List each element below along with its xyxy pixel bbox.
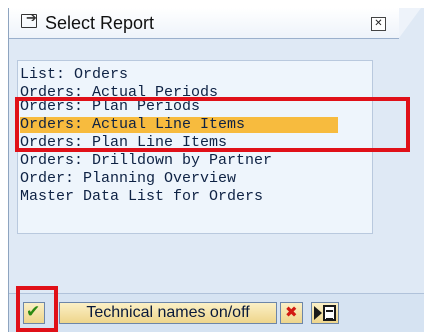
report-list: List: Orders Orders: Actual Periods Orde… xyxy=(17,60,373,234)
dialog-footer: Technical names on/off xyxy=(9,293,424,332)
select-report-dialog: Select Report ✕ List: Orders Orders: Act… xyxy=(8,8,424,332)
report-select-icon xyxy=(21,10,37,28)
list-item[interactable]: Orders: Drilldown by Partner xyxy=(20,153,272,169)
dialog-titlebar: Select Report ✕ xyxy=(9,8,421,39)
list-item[interactable]: List: Orders xyxy=(20,67,128,83)
page-icon xyxy=(323,305,336,321)
list-item[interactable]: Orders: Plan Periods xyxy=(20,101,200,113)
close-button[interactable]: ✕ xyxy=(371,17,386,31)
list-item[interactable]: Master Data List for Orders xyxy=(20,189,263,205)
cancel-button[interactable] xyxy=(280,302,303,324)
dialog-title: Select Report xyxy=(45,13,155,33)
arrow-icon xyxy=(314,306,322,320)
document-arrow-icon[interactable] xyxy=(311,302,339,324)
list-item[interactable]: Orders: Actual Periods xyxy=(20,85,218,101)
technical-names-toggle-button[interactable]: Technical names on/off xyxy=(59,302,277,324)
list-item[interactable]: Orders: Plan Line Items xyxy=(20,135,227,151)
list-item-selected[interactable]: Orders: Actual Line Items xyxy=(20,117,338,133)
confirm-button[interactable] xyxy=(23,302,45,324)
list-item[interactable]: Order: Planning Overview xyxy=(20,171,236,187)
